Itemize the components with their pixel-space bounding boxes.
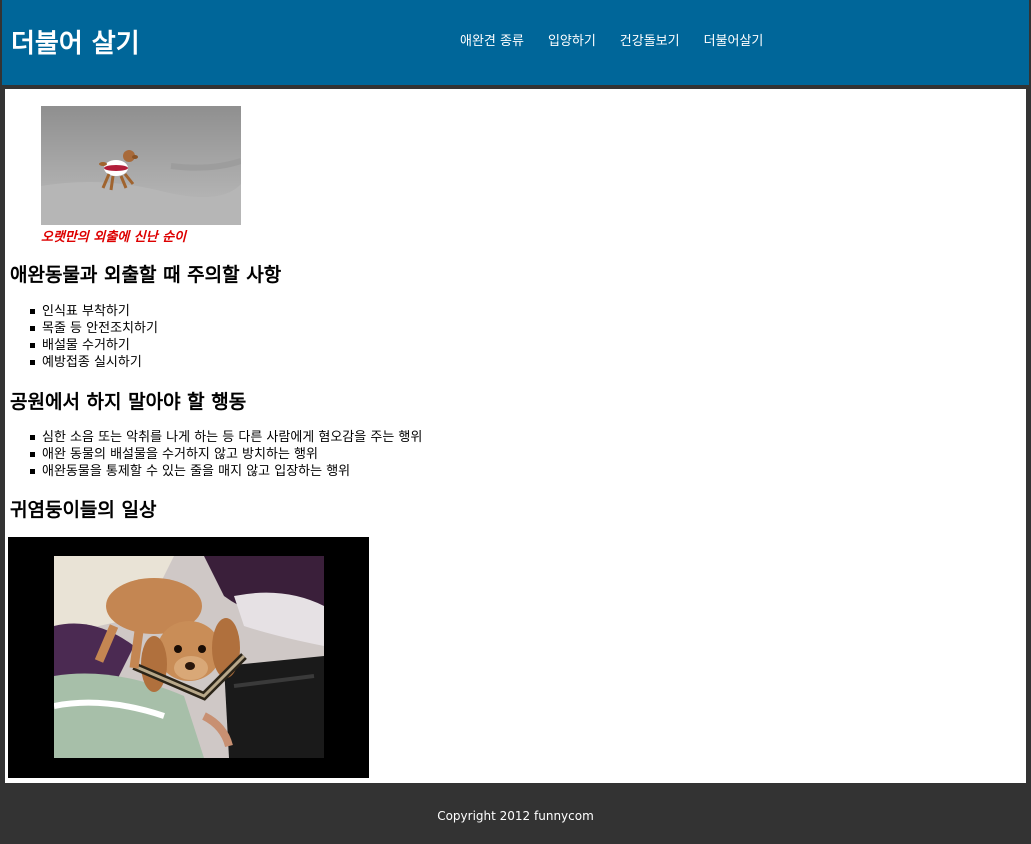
copyright-text: Copyright 2012 funnycom	[437, 809, 594, 823]
nav-link-living-together[interactable]: 더불어살기	[704, 33, 764, 51]
park-rules-list: 심한 소음 또는 악취를 나게 하는 등 다른 사람에게 혐오감을 주는 행위 …	[29, 429, 423, 480]
list-item: 배설물 수거하기	[30, 337, 158, 354]
section-heading-outing-tips: 애완동물과 외출할 때 주의할 사항	[10, 264, 282, 286]
site-header: 더불어 살기 애완견 종류 입양하기 건강돌보기 더불어살기	[2, 0, 1029, 85]
list-item: 애완 동물의 배설물을 수거하지 않고 방치하는 행위	[29, 446, 422, 463]
list-item: 심한 소음 또는 악취를 나게 하는 등 다른 사람에게 혐오감을 주는 행위	[29, 430, 423, 445]
main-content: 오랫만의 외출에 신난 순이 애완동물과 외출할 때 주의할 사항 인식표 부착…	[5, 89, 1026, 783]
site-title: 더불어 살기	[11, 29, 140, 59]
outing-tips-list: 인식표 부착하기 목줄 등 안전조치하기 배설물 수거하기 예방접종 실시하기	[30, 303, 158, 371]
puppy-photo	[54, 556, 324, 758]
puppy-photo-frame	[8, 537, 369, 778]
list-item: 예방접종 실시하기	[30, 354, 158, 371]
nav-link-adoption[interactable]: 입양하기	[548, 33, 596, 51]
list-item: 애완동물을 통제할 수 있는 줄을 매지 않고 입장하는 행위	[29, 463, 422, 480]
list-item: 인식표 부착하기	[30, 303, 158, 320]
list-item: 목줄 등 안전조치하기	[30, 321, 158, 336]
section-heading-park-rules: 공원에서 하지 말아야 할 행동	[10, 391, 247, 413]
main-nav: 애완견 종류 입양하기 건강돌보기 더불어살기	[460, 33, 763, 51]
nav-link-dog-breeds[interactable]: 애완견 종류	[460, 33, 524, 51]
photo-caption: 오랫만의 외출에 신난 순이	[41, 230, 187, 245]
running-dog-photo	[41, 106, 241, 225]
site-footer: Copyright 2012 funnycom	[0, 784, 1031, 844]
nav-link-health-care[interactable]: 건강돌보기	[620, 33, 680, 51]
section-heading-daily-life: 귀염둥이들의 일상	[10, 499, 157, 521]
